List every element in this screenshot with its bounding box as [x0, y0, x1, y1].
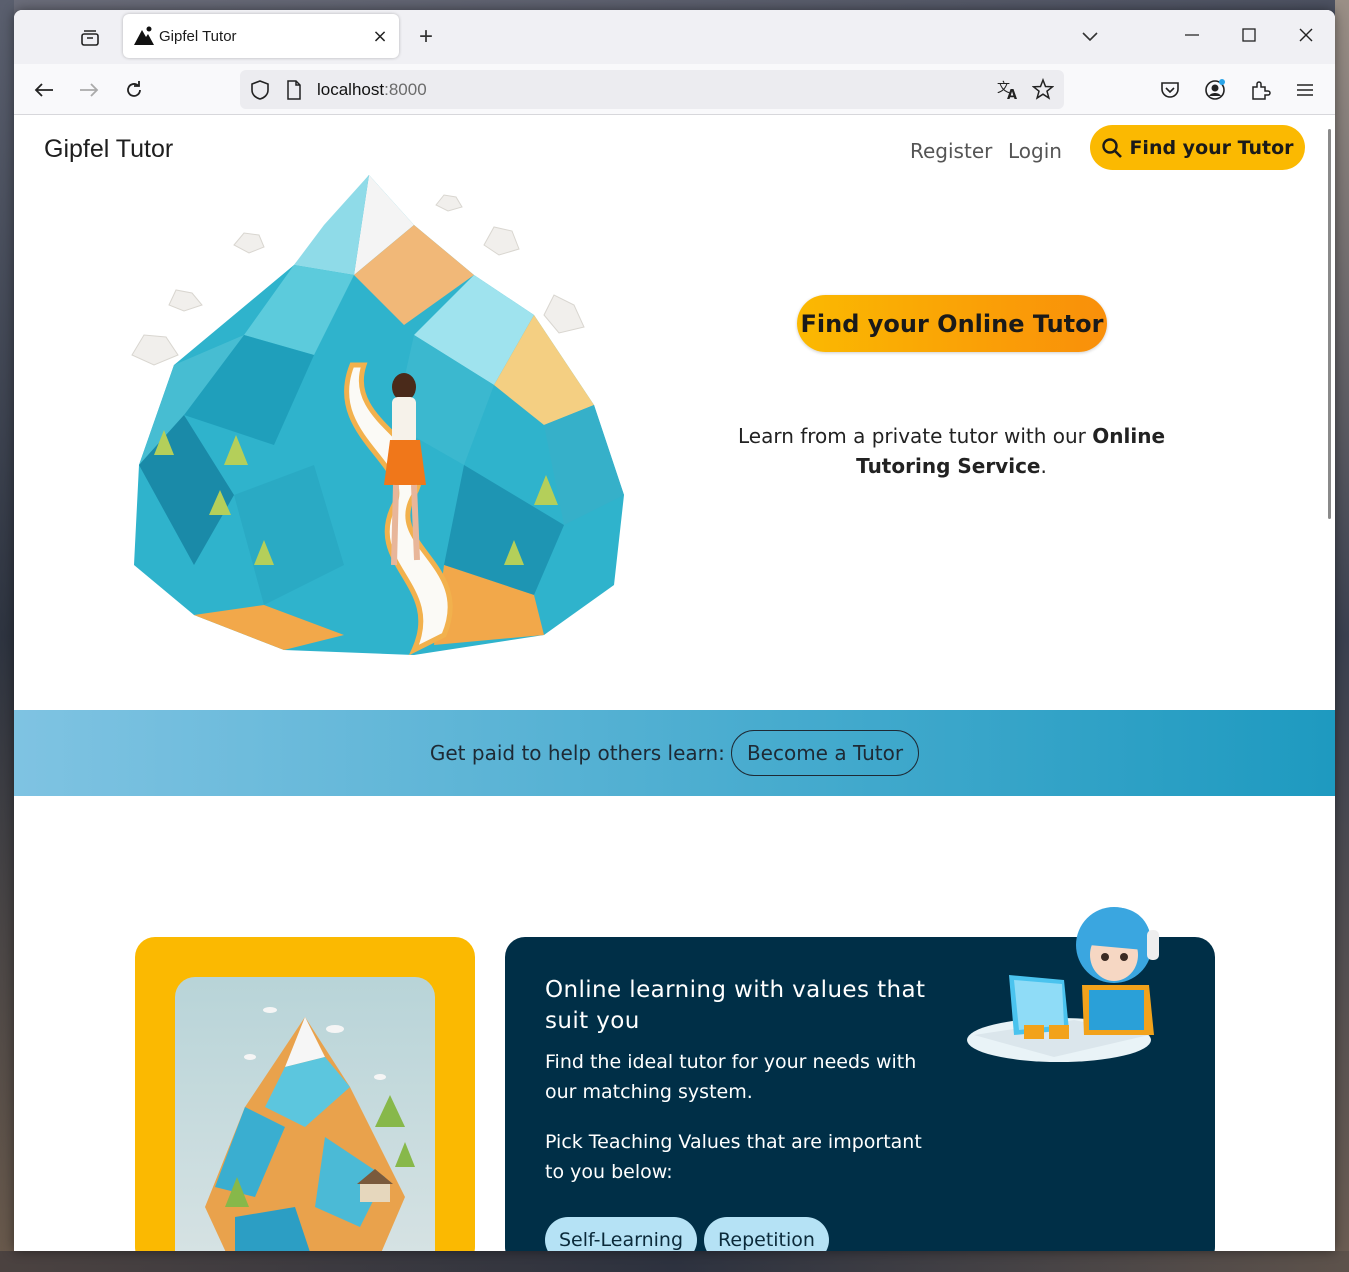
chip-self-learning[interactable]: Self-Learning: [545, 1217, 698, 1251]
hero-text-end: .: [1040, 454, 1047, 478]
desktop-background-left: [0, 0, 14, 1272]
become-tutor-label: Get paid to help others learn:: [429, 741, 725, 765]
svg-text:A: A: [1007, 88, 1017, 101]
find-tutor-nav-label: Find your Tutor: [1129, 136, 1294, 159]
hero-text-start: Learn from a private tutor with our: [737, 424, 1093, 448]
teaching-values-chips: Self-Learning Repetition: [545, 1217, 829, 1251]
find-tutor-nav-button[interactable]: Find your Tutor: [1090, 125, 1305, 170]
translate-icon[interactable]: 文A: [996, 79, 1020, 105]
values-heading: Online learning with values that suit yo…: [545, 977, 926, 1034]
desktop-background-right: [1335, 0, 1349, 1272]
navigation-toolbar: localhost:8000 文A: [14, 64, 1335, 115]
mountain-favicon-icon: [134, 26, 154, 45]
url-bar[interactable]: localhost:8000 文A: [240, 70, 1064, 109]
hamburger-menu-icon[interactable]: [1291, 76, 1319, 104]
hero-description: Learn from a private tutor with our Onli…: [694, 421, 1209, 481]
register-link[interactable]: Register: [910, 139, 992, 163]
feature-image-card: [135, 937, 475, 1251]
tab-overview-icon[interactable]: [76, 24, 104, 52]
account-icon[interactable]: [1201, 76, 1229, 104]
chip-repetition[interactable]: Repetition: [704, 1217, 829, 1251]
close-tab-icon[interactable]: ×: [369, 25, 391, 47]
tab-title: Gipfel Tutor: [159, 27, 237, 45]
page-content: Gipfel Tutor Register Login Find your Tu…: [14, 115, 1335, 1251]
mountain-village-image: [175, 977, 435, 1251]
values-description: Find the ideal tutor for your needs with…: [545, 1051, 917, 1103]
star-icon[interactable]: [1031, 77, 1055, 104]
back-arrow-icon[interactable]: [30, 76, 58, 104]
url-port: :8000: [384, 80, 427, 99]
puzzle-icon[interactable]: [1246, 76, 1274, 104]
login-link[interactable]: Login: [1008, 139, 1062, 163]
find-online-tutor-button[interactable]: Find your Online Tutor: [797, 295, 1107, 352]
student-laptop-illustration: [967, 907, 1159, 1062]
url-host: localhost: [317, 80, 385, 99]
minimize-icon[interactable]: [1177, 22, 1207, 48]
tab-strip: Gipfel Tutor × +: [14, 10, 1335, 64]
reload-icon[interactable]: [120, 76, 148, 104]
site-brand[interactable]: Gipfel Tutor: [44, 135, 173, 164]
maximize-icon[interactable]: [1234, 22, 1264, 48]
values-instruction: Pick Teaching Values that are important …: [545, 1131, 922, 1183]
shield-icon[interactable]: [250, 79, 270, 105]
become-tutor-banner: Get paid to help others learn: Become a …: [14, 710, 1335, 796]
browser-tab[interactable]: Gipfel Tutor ×: [123, 14, 399, 58]
mountain-hiker-illustration: [131, 175, 624, 655]
browser-window: Gipfel Tutor × + localhost:8000 文 A Gipf…: [14, 10, 1335, 1251]
forward-arrow-icon[interactable]: [75, 76, 103, 104]
pocket-icon[interactable]: [1156, 76, 1184, 104]
desktop-background-bottom: [0, 1251, 1349, 1272]
close-window-icon[interactable]: [1291, 22, 1321, 48]
vertical-scrollbar[interactable]: [1328, 129, 1331, 519]
become-tutor-button[interactable]: Become a Tutor: [730, 730, 920, 776]
url-text: localhost:8000: [317, 80, 427, 100]
chevron-down-icon[interactable]: [1078, 24, 1102, 50]
page-icon: [286, 80, 302, 104]
search-icon: [1102, 137, 1123, 158]
new-tab-button[interactable]: +: [414, 23, 438, 50]
